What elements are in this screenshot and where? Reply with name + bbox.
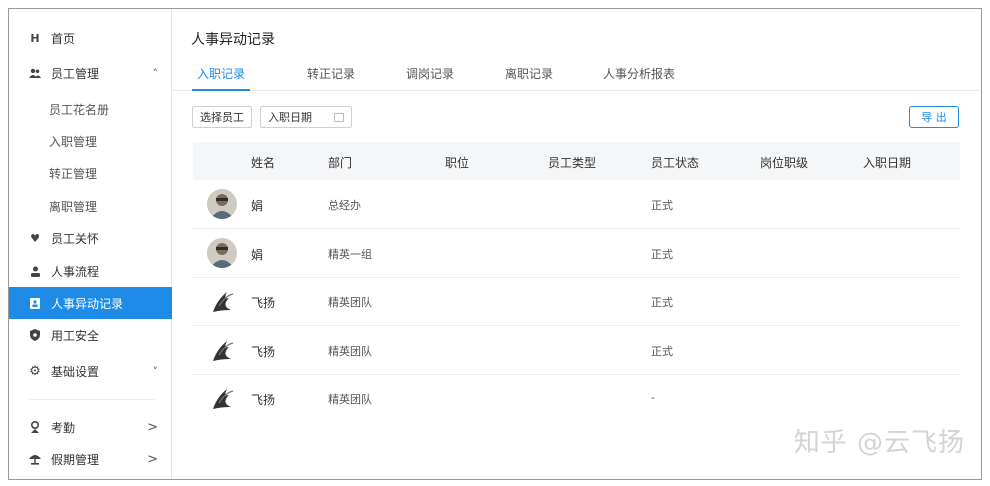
- select-employee-label: 选择员工: [200, 111, 244, 124]
- sidebar-item-label: 人事异动记录: [51, 296, 124, 311]
- location-pin-icon: [29, 421, 41, 433]
- tab-hr-analysis-report[interactable]: 人事分析报表: [596, 65, 682, 91]
- main-content: 人事异动记录 入职记录 转正记录 调岗记录 离职记录 人事分析报表 选择员工 入…: [173, 9, 981, 479]
- sidebar-item-hr-flow[interactable]: 人事流程: [9, 255, 172, 287]
- tab-bar: 入职记录 转正记录 调岗记录 离职记录 人事分析报表: [173, 61, 981, 91]
- row-department: 精英团队: [328, 344, 372, 358]
- chevron-right-icon[interactable]: >: [147, 420, 158, 435]
- table-row[interactable]: 飞扬 精英团队 正式: [193, 327, 960, 375]
- calendar-icon: [334, 112, 344, 122]
- avatar: [207, 383, 237, 413]
- sidebar-item-home[interactable]: H 首页: [9, 22, 172, 54]
- page-title: 人事异动记录: [191, 32, 275, 48]
- heart-icon: ♥: [30, 231, 40, 245]
- row-name: 飞扬: [251, 393, 276, 407]
- row-department: 精英团队: [328, 393, 372, 406]
- sidebar-subitem-onboarding[interactable]: 入职管理: [9, 125, 172, 157]
- sidebar-item-hr-records[interactable]: 人事异动记录: [9, 287, 172, 319]
- sidebar-item-label: 基础设置: [51, 364, 100, 379]
- person-icon: [29, 265, 41, 277]
- table-row[interactable]: 娟 总经办 正式: [193, 181, 960, 229]
- sidebar-item-basic-settings[interactable]: ⚙ 基础设置 ˅: [9, 355, 172, 387]
- column-header-position: 职位: [445, 156, 470, 170]
- gear-icon: ⚙: [29, 363, 41, 379]
- sidebar-item-label: 假期管理: [51, 452, 100, 467]
- tab-transfer-records[interactable]: 调岗记录: [400, 65, 460, 91]
- row-status: 正式: [651, 344, 673, 358]
- select-employee-button[interactable]: 选择员工: [192, 106, 252, 128]
- umbrella-icon: [29, 453, 41, 465]
- avatar: [207, 334, 237, 365]
- tab-onboarding-records[interactable]: 入职记录: [192, 65, 250, 91]
- sidebar: H 首页 员工管理 ˄ 员工花名册 入职管理 转正管理 离职管理 ♥ 员工关怀 …: [9, 9, 172, 479]
- tab-resignation-records[interactable]: 离职记录: [499, 65, 559, 91]
- entry-date-picker[interactable]: 入职日期: [260, 106, 352, 128]
- sidebar-divider: [29, 399, 155, 400]
- sidebar-item-work-safety[interactable]: 用工安全: [9, 319, 172, 351]
- record-icon: [29, 297, 41, 309]
- app-window: H 首页 员工管理 ˄ 员工花名册 入职管理 转正管理 离职管理 ♥ 员工关怀 …: [8, 8, 982, 480]
- column-header-name: 姓名: [251, 156, 276, 170]
- row-department: 精英团队: [328, 296, 372, 309]
- row-status: -: [651, 391, 655, 404]
- column-header-job-level: 岗位职级: [760, 156, 809, 170]
- shield-icon: [29, 329, 41, 341]
- sidebar-item-staff-management[interactable]: 员工管理 ˄: [9, 57, 172, 89]
- sidebar-item-attendance[interactable]: 考勤 >: [9, 411, 172, 443]
- entry-date-label: 入职日期: [268, 111, 312, 124]
- table-header: 姓名 部门 职位 员工类型 员工状态 岗位职级 入职日期: [193, 142, 960, 180]
- column-header-entry-date: 入职日期: [863, 156, 912, 170]
- sidebar-item-label: 员工管理: [51, 66, 100, 81]
- home-icon: H: [30, 31, 40, 45]
- avatar: [207, 237, 237, 268]
- sidebar-item-label: 人事流程: [51, 264, 100, 279]
- sidebar-subitem-resignation[interactable]: 离职管理: [9, 190, 172, 222]
- sidebar-item-label: 员工关怀: [51, 231, 100, 246]
- tab-regularization-records[interactable]: 转正记录: [301, 65, 361, 91]
- export-button[interactable]: 导 出: [909, 106, 959, 128]
- row-department: 精英一组: [328, 247, 372, 261]
- avatar: [207, 286, 237, 316]
- row-status: 正式: [651, 296, 673, 309]
- chevron-up-icon[interactable]: ˄: [153, 67, 159, 80]
- sidebar-item-employee-care[interactable]: ♥ 员工关怀: [9, 222, 172, 254]
- table-row[interactable]: 飞扬 精英团队 -: [193, 375, 960, 423]
- users-icon: [29, 67, 41, 79]
- row-name: 娟: [251, 199, 264, 213]
- row-name: 飞扬: [251, 296, 276, 310]
- row-name: 娟: [251, 247, 264, 262]
- sidebar-subitem-regularization[interactable]: 转正管理: [9, 157, 172, 189]
- sidebar-subitem-roster[interactable]: 员工花名册: [9, 93, 172, 125]
- row-name: 飞扬: [251, 344, 276, 359]
- watermark: 知乎 @云飞扬: [793, 428, 965, 458]
- sidebar-item-leave[interactable]: 假期管理 >: [9, 443, 172, 475]
- sidebar-item-label: 用工安全: [51, 328, 100, 343]
- row-department: 总经办: [328, 199, 361, 212]
- table-row[interactable]: 娟 精英一组 正式: [193, 230, 960, 278]
- row-status: 正式: [651, 247, 673, 261]
- row-status: 正式: [651, 199, 673, 212]
- avatar: [207, 189, 237, 219]
- column-header-department: 部门: [328, 156, 353, 170]
- column-header-employee-status: 员工状态: [651, 156, 700, 170]
- sidebar-item-label: 首页: [51, 31, 76, 46]
- chevron-down-icon[interactable]: ˅: [153, 365, 159, 378]
- table-row[interactable]: 飞扬 精英团队 正式: [193, 278, 960, 326]
- column-header-employee-type: 员工类型: [548, 156, 597, 170]
- chevron-right-icon[interactable]: >: [147, 452, 158, 467]
- sidebar-item-label: 考勤: [51, 420, 76, 435]
